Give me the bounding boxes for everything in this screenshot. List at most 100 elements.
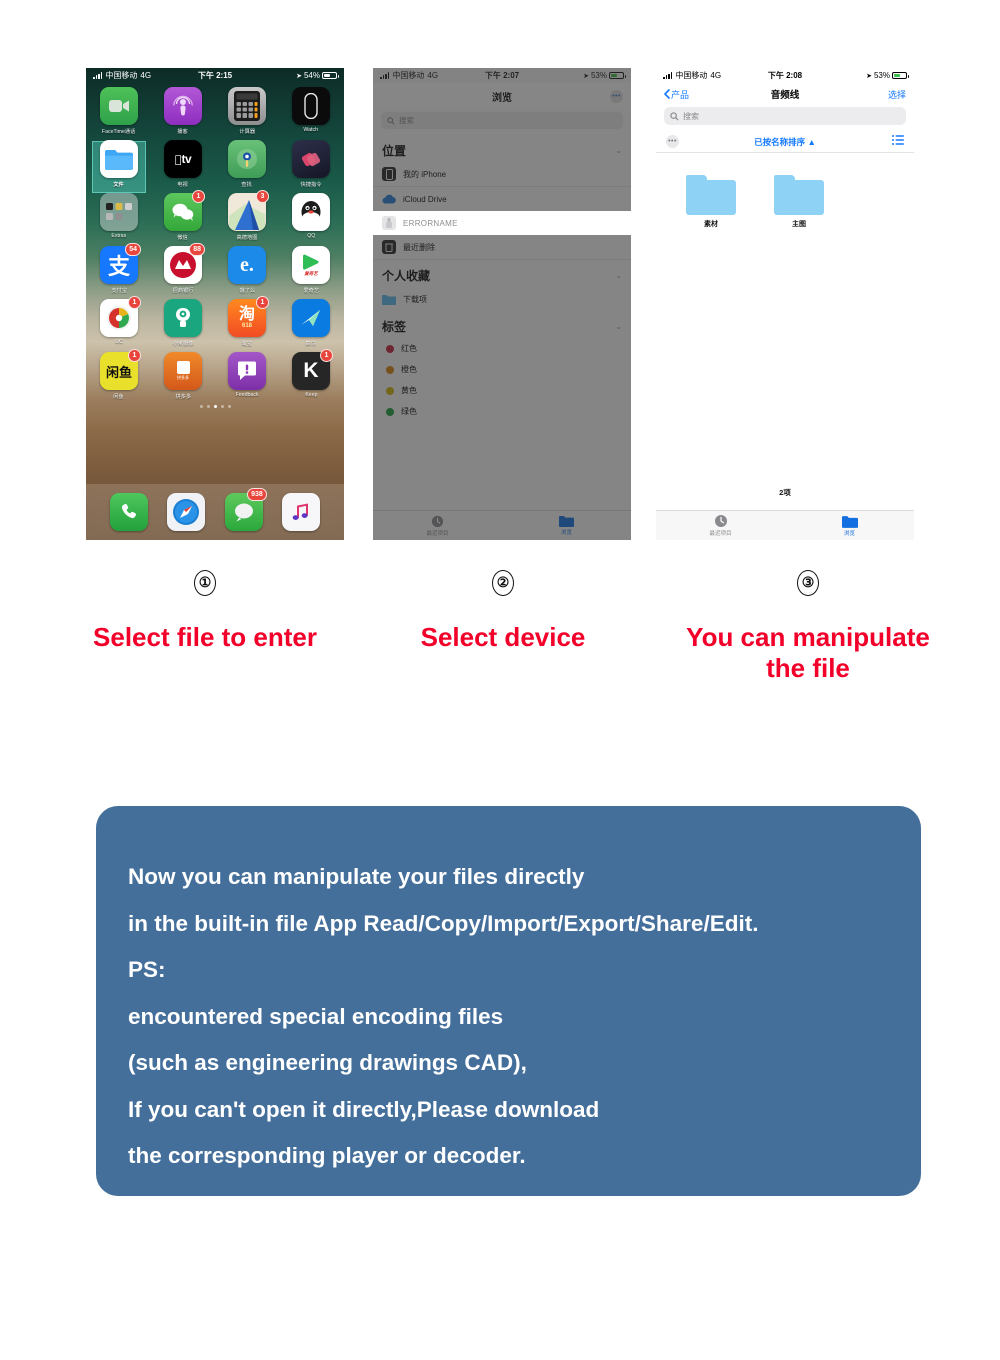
caption-step-1: ① Select file to enter xyxy=(40,570,370,653)
tab-browse[interactable]: 浏览 xyxy=(502,511,631,540)
list-item-tag-red[interactable]: 红色 xyxy=(373,338,631,359)
list-item-errorname[interactable]: ERRORNAME xyxy=(373,211,631,235)
list-item-label: 黄色 xyxy=(401,386,417,395)
eleme-icon: e. xyxy=(228,246,266,284)
dock-app-phone[interactable] xyxy=(109,493,148,531)
app-taobao[interactable]: 1 淘 618 淘宝 xyxy=(224,296,270,347)
more-options-icon[interactable]: ••• xyxy=(610,89,623,103)
step-number-2: ② xyxy=(492,570,514,596)
badge-count: 1 xyxy=(192,190,205,203)
search-input[interactable]: 搜索 xyxy=(664,107,906,125)
app-appletv[interactable]: tv 电视 xyxy=(160,140,206,188)
battery-icon xyxy=(609,71,626,80)
home-screen: 中国移动 4G 下午 2:15 ➤ 54% FaceTime通话 播客 计算器 … xyxy=(86,68,344,540)
page-dots xyxy=(96,405,334,408)
app-label: 招商银行 xyxy=(172,288,194,294)
watch-icon xyxy=(292,87,330,125)
app-facetime[interactable]: FaceTime通话 xyxy=(96,87,142,135)
list-item-recently-deleted[interactable]: 最近删除 xyxy=(373,235,631,260)
caption-step-3: ③ You can manipulate the file xyxy=(638,570,978,684)
trash-icon xyxy=(382,240,396,254)
note-line: PS: xyxy=(128,957,166,982)
dock-app-music[interactable] xyxy=(282,493,321,531)
folder-icon xyxy=(841,515,858,528)
app-cainiao[interactable]: 菜鸟 xyxy=(288,299,334,347)
tab-recents[interactable]: 最近项目 xyxy=(656,511,785,540)
page-title: 浏览 xyxy=(492,92,512,104)
app-label: 查找 xyxy=(241,182,253,188)
tag-color-dot-red xyxy=(386,344,394,353)
list-item-label: 最近删除 xyxy=(403,242,435,252)
app-pinduoduo[interactable]: 拼多多 拼多多 xyxy=(160,352,206,400)
app-extras[interactable]: Extras xyxy=(96,193,142,241)
app-xianyu[interactable]: 1 闲鱼 闲鱼 xyxy=(96,349,142,400)
chevron-down-icon[interactable]: ⌄ xyxy=(615,271,622,280)
app-shortcuts[interactable]: 快捷指令 xyxy=(288,140,334,188)
sort-label[interactable]: 已按名称排序 ▲ xyxy=(656,136,914,148)
status-right: ➤ 54% xyxy=(296,71,339,80)
step-text-3: You can manipulate the file xyxy=(686,622,930,684)
dim-wrapper: 中国移动 4G 下午 2:07 ➤ 53% 浏览 ••• 搜索 位置 ⌄ 我的 … xyxy=(373,68,631,540)
search-input[interactable]: 搜索 xyxy=(381,112,623,129)
dock-app-safari[interactable] xyxy=(167,493,206,531)
app-label: 高德地图 xyxy=(236,235,258,241)
tab-browse[interactable]: 浏览 xyxy=(785,511,914,540)
list-item-my-iphone[interactable]: 我的 iPhone xyxy=(373,162,631,187)
app-alipay[interactable]: 54 支 支付宝 xyxy=(96,243,142,294)
app-camera[interactable]: 小米摄像 xyxy=(160,299,206,347)
app-label: Keep xyxy=(304,392,318,398)
list-item-icloud-drive[interactable]: iCloud Drive xyxy=(373,187,631,211)
app-wechat[interactable]: 1 微信 xyxy=(160,190,206,241)
list-item-downloads[interactable]: 下载项 xyxy=(373,287,631,311)
dock-app-messages[interactable]: 938 xyxy=(224,488,267,531)
tab-bar: 最近项目 浏览 xyxy=(373,510,631,540)
list-item-tag-green[interactable]: 绿色 xyxy=(373,401,631,422)
app-qq[interactable]: QQ xyxy=(288,193,334,241)
folder-icon xyxy=(774,175,824,215)
app-label: 支付宝 xyxy=(111,288,127,294)
app-iqiyi[interactable]: 爱奇艺 爱奇艺 xyxy=(288,246,334,294)
select-button[interactable]: 选择 xyxy=(888,88,906,101)
list-item-label: iCloud Drive xyxy=(403,194,447,204)
folder-grid: 素材 主图 xyxy=(656,153,914,229)
note-line: (such as engineering drawings CAD), xyxy=(128,1050,527,1075)
chevron-down-icon[interactable]: ⌄ xyxy=(615,322,622,331)
feedback-icon xyxy=(228,352,266,390)
list-item-label: 橙色 xyxy=(401,365,417,374)
app-calculator[interactable]: 计算器 xyxy=(224,87,270,135)
list-item-tag-yellow[interactable]: 黄色 xyxy=(373,380,631,401)
list-item-label: ERRORNAME xyxy=(403,218,458,228)
app-row: FaceTime通话 播客 计算器 Watch xyxy=(96,87,334,135)
folder-item[interactable]: 素材 xyxy=(684,175,738,229)
list-item-tag-orange[interactable]: 橙色 xyxy=(373,359,631,380)
badge-count: 3 xyxy=(256,190,269,203)
app-amap[interactable]: 3 高德地图 xyxy=(224,190,270,241)
folder-name: 素材 xyxy=(704,221,718,228)
app-feedback[interactable]: Feedback xyxy=(224,352,270,400)
app-keep[interactable]: 1 K Keep xyxy=(288,349,334,400)
podcasts-icon xyxy=(164,87,202,125)
clock-icon xyxy=(714,515,727,527)
usb-drive-icon xyxy=(382,216,396,230)
chevron-down-icon[interactable]: ⌄ xyxy=(615,146,622,155)
app-eleme[interactable]: e. 饿了么 xyxy=(224,246,270,294)
app-podcasts[interactable]: 播客 xyxy=(160,87,206,135)
tab-recents[interactable]: 最近项目 xyxy=(373,511,502,540)
app-grid: FaceTime通话 播客 计算器 Watch 文件 tv 电视 查找 快捷指令… xyxy=(86,83,344,408)
folder-item[interactable]: 主图 xyxy=(772,175,826,229)
note-box: Now you can manipulate your files direct… xyxy=(96,806,921,1196)
shortcuts-icon xyxy=(292,140,330,178)
phone-icon xyxy=(109,493,148,531)
app-files[interactable]: 文件 xyxy=(96,140,142,188)
app-label: 计算器 xyxy=(239,129,255,135)
app-row: 文件 tv 电视 查找 xyxy=(96,140,334,188)
list-item-label: 我的 iPhone xyxy=(403,169,447,179)
list-view-icon[interactable] xyxy=(892,135,904,148)
tab-label: 最近项目 xyxy=(426,530,449,537)
section-title: 标签 xyxy=(382,320,407,334)
app-cmb[interactable]: 88 招商银行 xyxy=(160,243,206,294)
app-watch[interactable]: Watch xyxy=(288,87,334,135)
app-findmy[interactable]: 查找 xyxy=(224,140,270,188)
phone-screenshot-home: 中国移动 4G 下午 2:15 ➤ 54% FaceTime通话 播客 计算器 … xyxy=(86,68,344,540)
app-uc[interactable]: 1 UC xyxy=(96,296,142,347)
